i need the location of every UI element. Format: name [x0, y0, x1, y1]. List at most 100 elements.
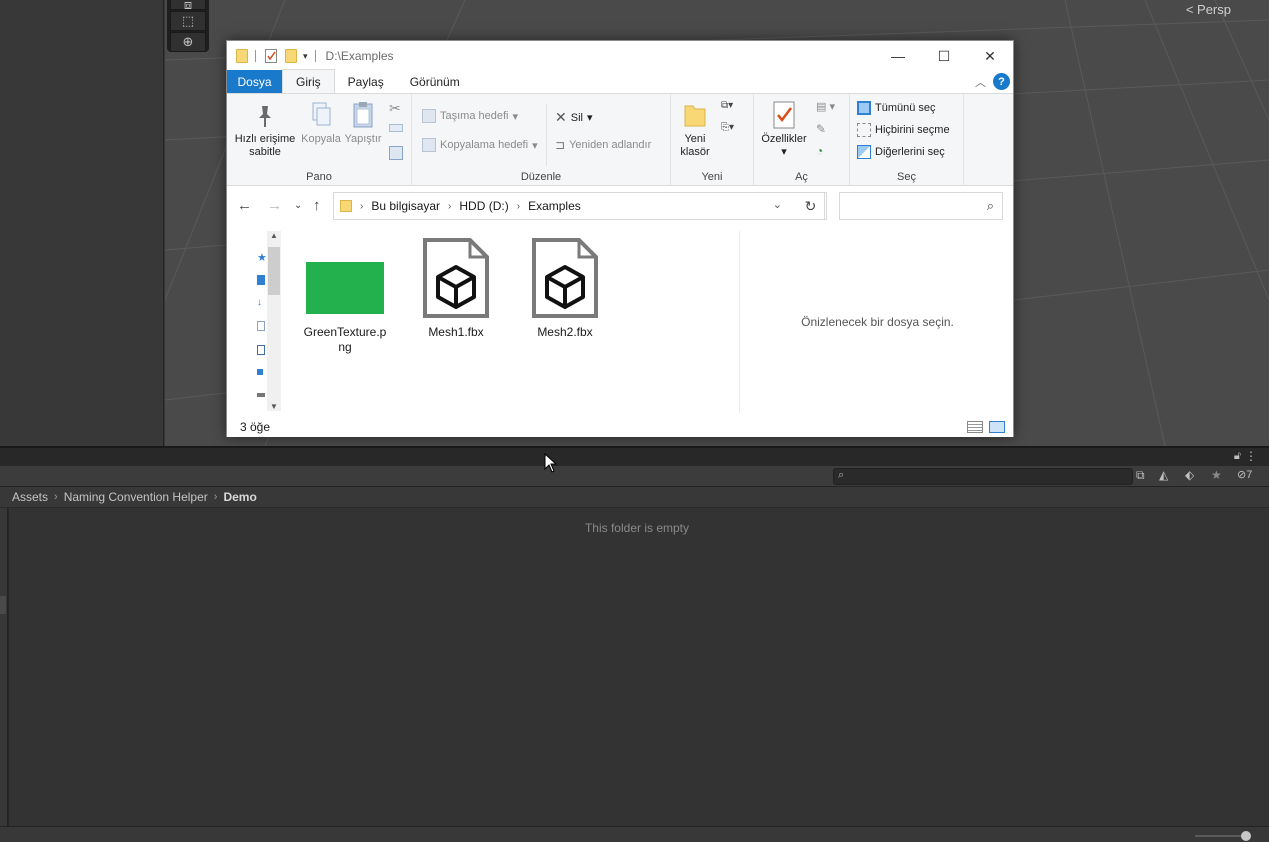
empty-folder-message: This folder is empty [584, 521, 690, 535]
nav-scrollbar[interactable]: ▲ ▼ [267, 231, 281, 411]
forward-arrow-icon[interactable]: → [267, 197, 282, 214]
breadcrumb-current[interactable]: Demo [223, 490, 256, 504]
collapse-ribbon-icon[interactable]: ︿ [975, 74, 986, 90]
move-to-button[interactable]: Taşıma hedefi ▾ [422, 109, 518, 123]
drive-icon[interactable] [257, 393, 265, 397]
new-item-icon[interactable]: ⧉▾ [721, 100, 733, 111]
filter-by-type-icon[interactable]: ◭ [1159, 468, 1168, 482]
cut-icon[interactable]: ✂ [389, 100, 401, 117]
explorer-titlebar[interactable]: ▾ D:\Examples — ☐ ✕ [227, 41, 1013, 71]
large-icons-view-icon[interactable] [989, 421, 1005, 433]
select-none-label: Hiçbirini seçme [875, 124, 950, 136]
tab-view[interactable]: Görünüm [397, 70, 473, 93]
clipboard-group-label: Pano [306, 171, 332, 183]
project-search-input[interactable]: ⌕ [833, 468, 1133, 485]
select-all-button[interactable]: Tümünü seç [857, 101, 936, 115]
icon-size-slider[interactable] [1195, 831, 1251, 841]
tab-file[interactable]: Dosya [227, 70, 282, 93]
favorites-star-icon[interactable]: ★ [1211, 468, 1222, 482]
address-folder-icon [340, 200, 352, 212]
refresh-button[interactable]: ↻ [795, 192, 827, 220]
recent-locations-icon[interactable]: ⌄ [294, 200, 302, 211]
paste-button[interactable]: Yapıştır [343, 100, 383, 146]
file-item-mesh1[interactable]: Mesh1.fbx [411, 237, 501, 340]
up-arrow-icon[interactable]: ↑ [313, 197, 321, 214]
hidden-packages-icon[interactable]: ⊘7 [1237, 468, 1252, 481]
desktop-icon[interactable] [257, 275, 265, 285]
help-button[interactable]: ? [993, 73, 1010, 90]
quick-access-star-icon[interactable]: ★ [257, 251, 267, 264]
open-icon[interactable]: ▤ ▾ [816, 100, 835, 113]
delete-label: Sil [570, 111, 583, 124]
tab-share[interactable]: Paylaş [335, 70, 397, 93]
breadcrumb-naming-helper[interactable]: Naming Convention Helper [64, 490, 208, 504]
persp-label[interactable]: < Persp [1186, 2, 1231, 17]
easy-access-icon[interactable]: ⎘▾ [721, 122, 734, 133]
lock-icon[interactable]: 🔓︎ [1234, 450, 1241, 463]
search-by-type-icon[interactable]: ⧉ [1136, 468, 1145, 483]
file-item-mesh2[interactable]: Mesh2.fbx [520, 237, 610, 340]
breadcrumb-assets[interactable]: Assets [12, 490, 48, 504]
edit-icon[interactable]: ✎ [816, 122, 826, 136]
properties-button[interactable]: Özellikler ▾ [757, 100, 811, 159]
file-thumbnail [300, 237, 390, 319]
details-view-icon[interactable] [967, 421, 983, 433]
new-folder-icon [684, 105, 706, 127]
tab-home[interactable]: Giriş [282, 69, 335, 93]
copy-button[interactable]: Kopyala [299, 100, 343, 146]
ribbon-tabs: Dosya Giriş Paylaş Görünüm ︿ ? [227, 69, 1013, 94]
new-folder-button[interactable]: Yeni klasör [675, 100, 715, 159]
address-bar-row: ← → ⌄ ↑ › Bu bilgisayar › HDD (D:) › Exa… [227, 186, 1013, 226]
back-arrow-icon[interactable]: ← [237, 197, 252, 214]
paste-shortcut-icon[interactable] [389, 146, 403, 160]
file-item-greentexture[interactable]: GreenTexture.p ng [300, 237, 390, 355]
more-options-icon[interactable]: ⋮ [1245, 449, 1257, 463]
new-folder-quick-icon[interactable] [285, 49, 297, 63]
history-icon[interactable]: ◔ [816, 144, 823, 158]
documents-icon[interactable] [257, 321, 265, 331]
open-group-label: Aç [795, 171, 808, 183]
close-button[interactable]: ✕ [967, 41, 1013, 71]
pictures-icon[interactable] [257, 345, 265, 355]
crumb-folder[interactable]: Examples [528, 199, 581, 213]
select-group: Tümünü seç Hiçbirini seçme Diğerlerini s… [850, 94, 964, 186]
apps-icon[interactable] [257, 369, 263, 375]
search-input[interactable]: ⌕ [839, 192, 1003, 220]
delete-button[interactable]: ✕ Sil ▾ [555, 109, 593, 126]
navigation-pane[interactable]: ★ ↓ ▲ ▼ [227, 227, 285, 417]
crumb-separator[interactable]: › [517, 201, 520, 212]
ribbon: Hızlı erişime sabitle Kopyala Yapıştır ✂… [227, 94, 1013, 186]
downloads-icon[interactable]: ↓ [257, 297, 262, 308]
tree-resize-handle[interactable] [0, 596, 6, 614]
crumb-separator[interactable]: › [448, 201, 451, 212]
rect-tool-icon[interactable]: ⬚ [170, 11, 206, 31]
address-dropdown-icon[interactable]: ⌄ [773, 198, 782, 211]
hierarchy-panel[interactable] [0, 0, 164, 446]
project-panel-header: 🔓︎ ⋮ [0, 448, 1269, 466]
minimize-button[interactable]: — [875, 41, 921, 71]
copy-path-icon[interactable] [389, 124, 403, 132]
transform-tool-icon[interactable]: ⊕ [170, 32, 206, 52]
copy-to-button[interactable]: Kopyalama hedefi ▾ [422, 138, 538, 152]
project-folder-tree[interactable] [0, 508, 8, 826]
maximize-button[interactable]: ☐ [921, 41, 967, 71]
item-count: 3 öğe [240, 420, 271, 434]
scroll-down-icon[interactable]: ▼ [270, 402, 278, 411]
select-none-button[interactable]: Hiçbirini seçme [857, 123, 950, 137]
properties-quick-icon[interactable] [265, 49, 277, 63]
crumb-drive[interactable]: HDD (D:) [459, 199, 508, 213]
file-explorer-window[interactable]: ▾ D:\Examples — ☐ ✕ Dosya Giriş Paylaş G… [226, 40, 1014, 437]
crumb-this-pc[interactable]: Bu bilgisayar [371, 199, 440, 213]
quick-access-dropdown-icon[interactable]: ▾ [303, 51, 308, 62]
invert-selection-button[interactable]: Diğerlerini seç [857, 145, 945, 159]
icon-size-slider-knob[interactable] [1241, 831, 1251, 841]
address-input[interactable]: › Bu bilgisayar › HDD (D:) › Examples ⌄ [333, 192, 825, 220]
pin-quick-access-button[interactable]: Hızlı erişime sabitle [233, 100, 297, 159]
project-assets-area[interactable]: This folder is empty [9, 508, 1269, 826]
filter-by-label-icon[interactable]: ⬖ [1185, 468, 1194, 482]
scale-tool-icon[interactable]: ⧈ [170, 0, 206, 12]
rename-button[interactable]: ⊐ Yeniden adlandır [555, 138, 651, 152]
nav-scroll-thumb[interactable] [268, 247, 280, 295]
new-folder-label-1: Yeni [684, 133, 706, 145]
scroll-up-icon[interactable]: ▲ [270, 231, 278, 240]
